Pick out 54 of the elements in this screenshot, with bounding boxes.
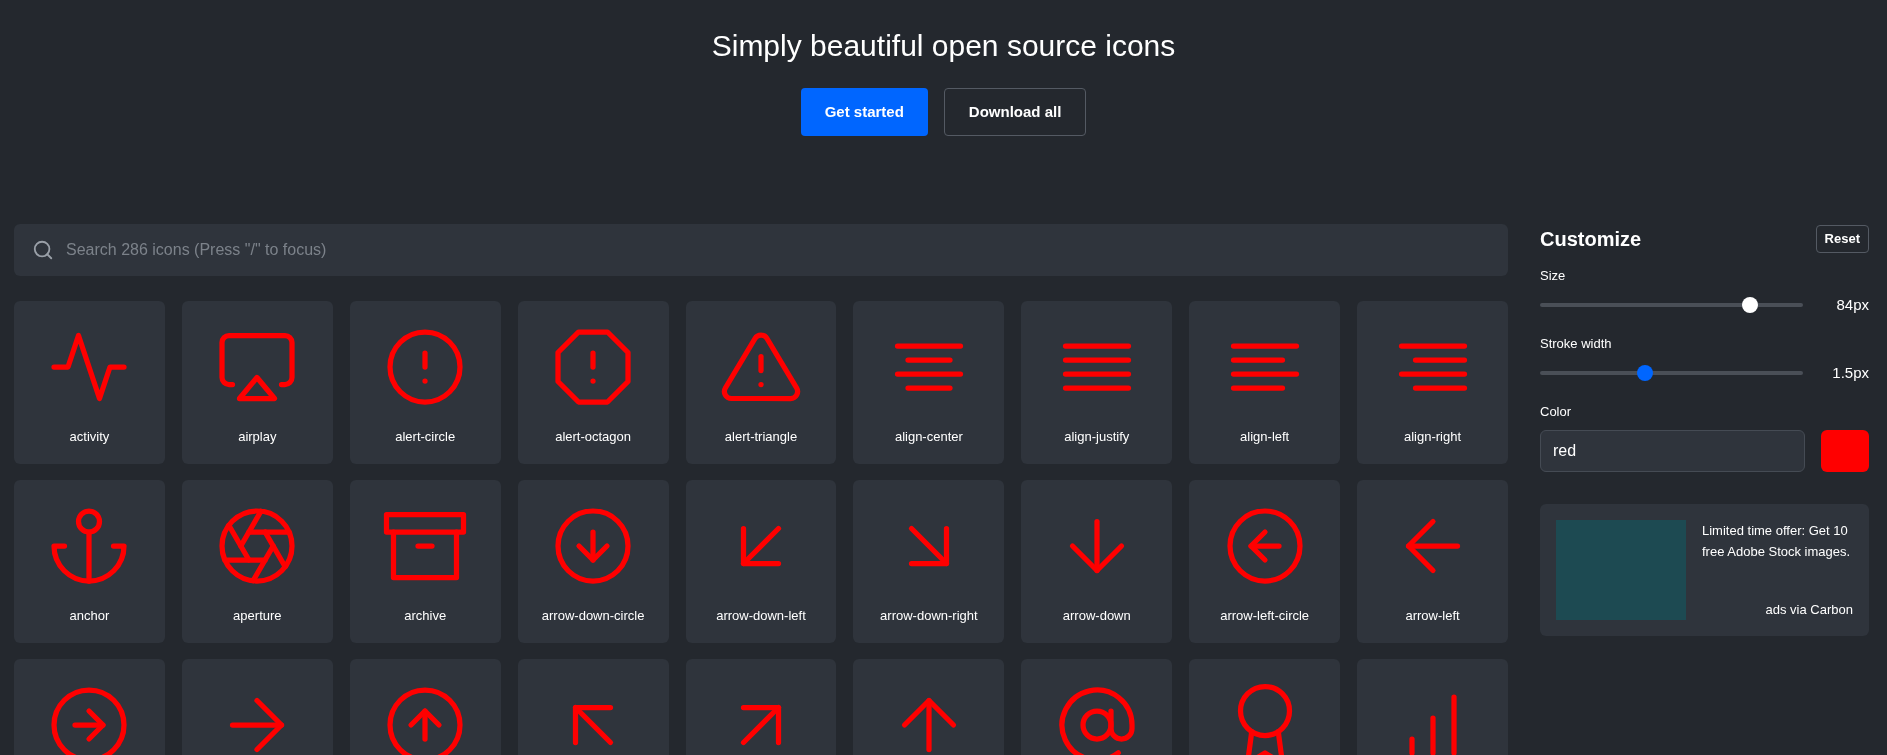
icon-tile[interactable]: align-center bbox=[853, 301, 1005, 464]
icon-tile[interactable]: arrow-down-left bbox=[685, 480, 837, 643]
icon-tile[interactable]: arrow-left bbox=[1357, 480, 1508, 643]
get-started-button[interactable]: Get started bbox=[800, 88, 928, 136]
ad-text[interactable]: Limited time offer: Get 10 free Adobe Stock images. bbox=[1702, 519, 1853, 562]
stroke-width-label: Stroke width bbox=[1540, 335, 1613, 353]
icon-tile[interactable]: alert-triangle bbox=[685, 301, 837, 464]
icon-label: arrow-down-left bbox=[716, 607, 806, 625]
slider-value: 84px bbox=[1835, 294, 1869, 315]
search-icon bbox=[32, 239, 54, 261]
slider-thumb[interactable] bbox=[1637, 364, 1654, 381]
icon-label: align-justify bbox=[1064, 428, 1130, 446]
icon-label: arrow-down-right bbox=[880, 607, 978, 625]
icon-label: alert-octagon bbox=[555, 428, 632, 446]
icon-tile[interactable]: alert-circle bbox=[349, 301, 501, 464]
icon-label: align-right bbox=[1404, 428, 1462, 446]
icon-tile[interactable]: arrow-down-right bbox=[853, 480, 1005, 643]
icon-label: alert-triangle bbox=[724, 428, 798, 446]
color-label: Color bbox=[1540, 403, 1573, 421]
icon-label: arrow-down bbox=[1062, 607, 1131, 625]
size-label: Size bbox=[1540, 267, 1567, 285]
icon-label: arrow-left-circle bbox=[1220, 607, 1310, 625]
color-swatch[interactable] bbox=[1821, 429, 1869, 472]
icon-tile[interactable]: activity bbox=[14, 301, 165, 464]
icon-tile[interactable]: arrow-left-circle bbox=[1189, 480, 1341, 643]
icon-tile[interactable]: alert-octagon bbox=[517, 301, 669, 464]
icon-tile[interactable]: arrow-down-circle bbox=[517, 480, 669, 643]
icon-tile[interactable]: airplay bbox=[181, 301, 333, 464]
icon-tile[interactable]: align-right bbox=[1357, 301, 1508, 464]
icon-tile[interactable]: align-left bbox=[1189, 301, 1341, 464]
slider-value: 1.5px bbox=[1831, 362, 1869, 383]
icon-tile[interactable]: aperture bbox=[181, 480, 333, 643]
hero-title: Simply beautiful open source icons bbox=[711, 28, 1176, 64]
icon-label: activity bbox=[69, 428, 110, 446]
icon-label: airplay bbox=[238, 428, 277, 446]
icon-label: align-left bbox=[1240, 428, 1290, 446]
icon-label: archive bbox=[404, 607, 447, 625]
search-field[interactable]: Search 286 icons (Press "/" to focus) bbox=[14, 224, 1508, 276]
icon-label: alert-circle bbox=[395, 428, 456, 446]
ads-credit-link[interactable]: ads via Carbon bbox=[1702, 600, 1853, 620]
icon-tile[interactable]: arrow-down bbox=[1021, 480, 1173, 643]
icon-tile[interactable]: archive bbox=[349, 480, 501, 643]
reset-button[interactable]: Reset bbox=[1815, 225, 1869, 253]
slider-thumb[interactable] bbox=[1742, 296, 1759, 313]
icon-label: arrow-down-circle bbox=[541, 607, 645, 625]
icon-tile[interactable]: anchor bbox=[14, 480, 165, 643]
icon-label: aperture bbox=[233, 607, 282, 625]
icon-label: anchor bbox=[69, 607, 110, 625]
icon-label: align-center bbox=[894, 428, 963, 446]
icon-tile[interactable]: align-justify bbox=[1021, 301, 1173, 464]
customize-title: Customize bbox=[1540, 227, 1642, 252]
icon-label: arrow-left bbox=[1405, 607, 1460, 625]
color-input[interactable]: red bbox=[1540, 429, 1805, 472]
download-button[interactable]: Download all bbox=[943, 88, 1087, 136]
